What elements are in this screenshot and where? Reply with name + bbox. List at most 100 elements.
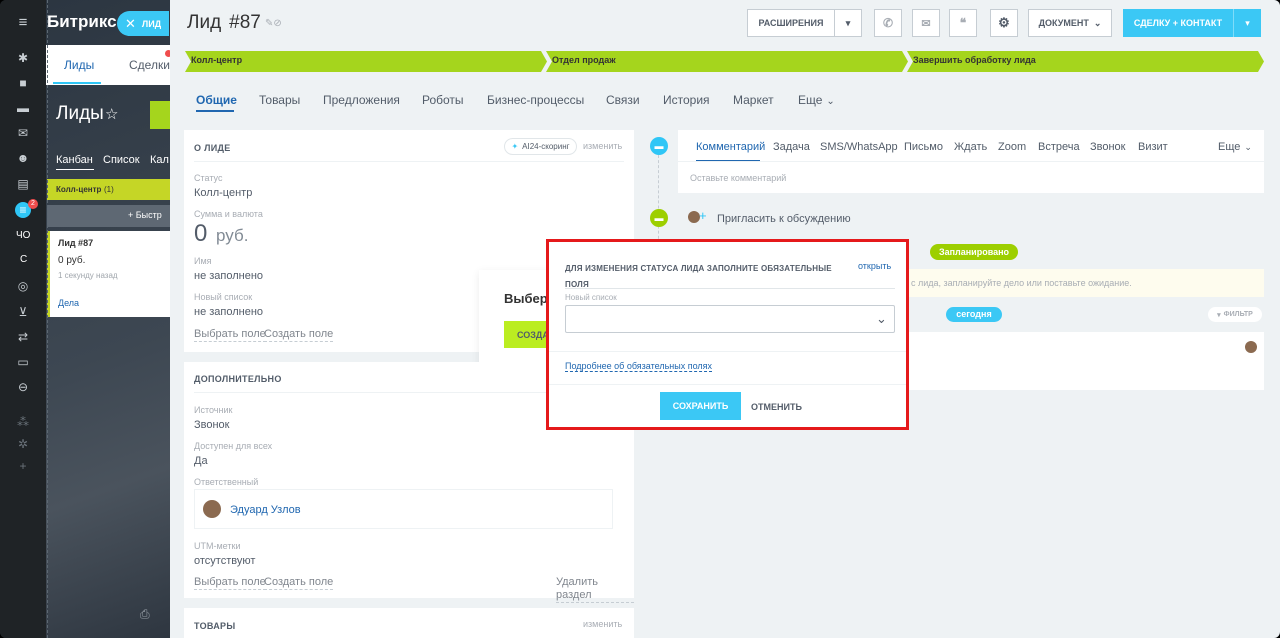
target-icon[interactable]: ◎ — [15, 278, 31, 294]
tl-more-label: Еще — [1218, 141, 1241, 153]
plus-icon[interactable]: + — [699, 208, 707, 223]
convert-deal-contact-button[interactable]: СДЕЛКУ + КОНТАКТ — [1123, 9, 1233, 37]
extensions-dropdown[interactable]: ▾ — [834, 9, 862, 37]
email-icon[interactable]: ✉ — [912, 9, 940, 37]
tab-offers[interactable]: Предложения — [323, 93, 400, 107]
edit-link[interactable]: изменить — [583, 141, 622, 151]
stage-call-center[interactable]: Колл-центр — [185, 51, 547, 72]
tl-tab-task[interactable]: Задача — [773, 141, 810, 153]
bg-column-count: (1) — [104, 185, 114, 194]
convert-dropdown[interactable]: ▾ — [1233, 9, 1261, 37]
tab-history[interactable]: История — [663, 93, 710, 107]
create-field-link[interactable]: Создать поле — [264, 328, 334, 342]
tasks-icon[interactable]: ■ — [15, 75, 31, 91]
tab-more-label: Еще — [798, 93, 823, 107]
tl-tab-sms[interactable]: SMS/WhatsApp — [820, 141, 898, 153]
sites-icon[interactable]: ⇄ — [15, 329, 31, 345]
tl-tab-meeting[interactable]: Встреча — [1038, 141, 1080, 153]
bg-view-calendar[interactable]: Кал — [150, 154, 169, 166]
edit-title-icon[interactable]: ✎⊘ — [265, 18, 282, 29]
open-link[interactable]: открыть — [858, 261, 891, 271]
menu-label-cho[interactable]: ЧО — [16, 230, 30, 241]
new-list-select[interactable]: ⌄ — [565, 305, 895, 333]
bg-title: Лиды — [56, 103, 104, 124]
screen: ≡ ✱ ■ ▬ ✉ ☻ ▤ ≡ 2 ЧО С ◎ ⊻ ⇄ ▭ ⊖ ⁂ ✲ + Б… — [0, 0, 1280, 638]
bg-tab-leads[interactable]: Лиды — [64, 58, 94, 72]
stage-sales-dept[interactable]: Отдел продаж — [546, 51, 908, 72]
bg-card-time: 1 секунду назад — [58, 271, 118, 280]
menu-label-s[interactable]: С — [20, 254, 27, 265]
scoring-icon: ✦ — [511, 142, 519, 151]
more-icon[interactable]: ⊖ — [15, 379, 31, 395]
extensions-button[interactable]: РАСШИРЕНИЯ — [747, 9, 835, 37]
choose-field-link[interactable]: Выбрать поле — [194, 576, 266, 590]
comment-input[interactable]: Оставьте комментарий — [690, 173, 786, 183]
printer-icon[interactable]: ⎙ — [140, 607, 150, 622]
required-fields-help-link[interactable]: Подробнее об обязательных полях — [565, 361, 713, 372]
bg-view-list[interactable]: Список — [103, 154, 140, 166]
tl-tab-comment[interactable]: Комментарий — [696, 141, 765, 153]
source-value: Звонок — [194, 419, 230, 431]
hierarchy-icon[interactable]: ⁂ — [15, 414, 31, 430]
stage-finish[interactable]: Завершить обработку лида — [907, 51, 1264, 72]
tab-more[interactable]: Еще ⌄ — [798, 93, 835, 107]
sum-value: 0 — [194, 220, 208, 247]
tab-links[interactable]: Связи — [606, 93, 640, 107]
bg-card-link[interactable]: Дела — [58, 298, 79, 308]
feed-icon[interactable]: ✱ — [15, 50, 31, 66]
bg-view-kanban[interactable]: Канбан — [56, 154, 93, 166]
bg-quick-add[interactable]: + Быстр — [128, 210, 162, 220]
invite-link[interactable]: Пригласить к обсуждению — [717, 213, 851, 225]
scoring-label: AI24-скоринг — [522, 142, 570, 151]
tl-tab-wait[interactable]: Ждать — [954, 141, 987, 153]
gear-icon[interactable]: ⚙ — [990, 9, 1018, 37]
tl-tab-more[interactable]: Еще ⌄ — [1218, 141, 1252, 153]
products-edit-link[interactable]: изменить — [583, 619, 622, 629]
create-field-link[interactable]: Создать поле — [264, 576, 334, 590]
tl-tab-call[interactable]: Звонок — [1090, 141, 1126, 153]
cart-icon[interactable]: ⊻ — [15, 304, 31, 320]
choose-field-link[interactable]: Выбрать поле — [194, 328, 266, 342]
drive-icon[interactable]: ▬ — [15, 100, 31, 116]
phone-icon[interactable]: ✆ — [874, 9, 902, 37]
tab-robots[interactable]: Роботы — [422, 93, 464, 107]
ai-scoring-button[interactable]: ✦ AI24-скоринг — [504, 138, 577, 155]
utm-value: отсутствуют — [194, 555, 256, 567]
page-title: Лид #87 — [187, 12, 261, 34]
tab-general[interactable]: Общие — [196, 93, 237, 107]
tab-market[interactable]: Маркет — [733, 93, 774, 107]
bg-column: Колл-центр — [56, 185, 102, 194]
bg-card-title[interactable]: Лид #87 — [58, 238, 93, 248]
chevron-down-icon: ⌄ — [1093, 17, 1102, 28]
tl-tab-visit[interactable]: Визит — [1138, 141, 1168, 153]
planned-badge: Запланировано — [930, 244, 1018, 260]
add-icon[interactable]: + — [15, 458, 31, 474]
chat-icon[interactable]: ❝ — [949, 9, 977, 37]
delete-section-link[interactable]: Удалить раздел — [556, 576, 634, 603]
docs-icon[interactable]: ▤ — [15, 176, 31, 192]
mail-icon[interactable]: ✉ — [15, 125, 31, 141]
title-number: #87 — [229, 12, 261, 33]
cancel-button[interactable]: ОТМЕНИТЬ — [751, 402, 802, 412]
tab-business-processes[interactable]: Бизнес-процессы — [487, 93, 584, 107]
bg-tab-deals[interactable]: Сделки — [129, 58, 170, 72]
star-icon[interactable]: ☆ — [105, 105, 118, 123]
crm-badge: 2 — [28, 199, 38, 209]
save-button[interactable]: СОХРАНИТЬ — [660, 392, 741, 420]
close-slider-button[interactable]: ✕ ЛИД — [117, 11, 169, 36]
document-button[interactable]: ДОКУМЕНТ ⌄ — [1028, 9, 1112, 37]
tl-tab-email[interactable]: Письмо — [904, 141, 943, 153]
hamburger-icon[interactable]: ≡ — [15, 14, 31, 31]
tab-products[interactable]: Товары — [259, 93, 300, 107]
filter-button[interactable]: ▾ ФИЛЬТР — [1208, 307, 1262, 322]
settings-icon[interactable]: ✲ — [15, 436, 31, 452]
timeline-editor: Комментарий Задача SMS/WhatsApp Письмо Ж… — [678, 130, 1264, 193]
store-icon[interactable]: ▭ — [15, 354, 31, 370]
responsible-name[interactable]: Эдуард Узлов — [230, 504, 301, 516]
filter-icon: ▾ — [1217, 311, 1221, 319]
avatar — [203, 500, 221, 518]
contacts-icon[interactable]: ☻ — [15, 150, 31, 166]
field-label: Новый список — [565, 293, 617, 302]
tl-tab-zoom[interactable]: Zoom — [998, 141, 1026, 153]
name-value: не заполнено — [194, 270, 264, 282]
